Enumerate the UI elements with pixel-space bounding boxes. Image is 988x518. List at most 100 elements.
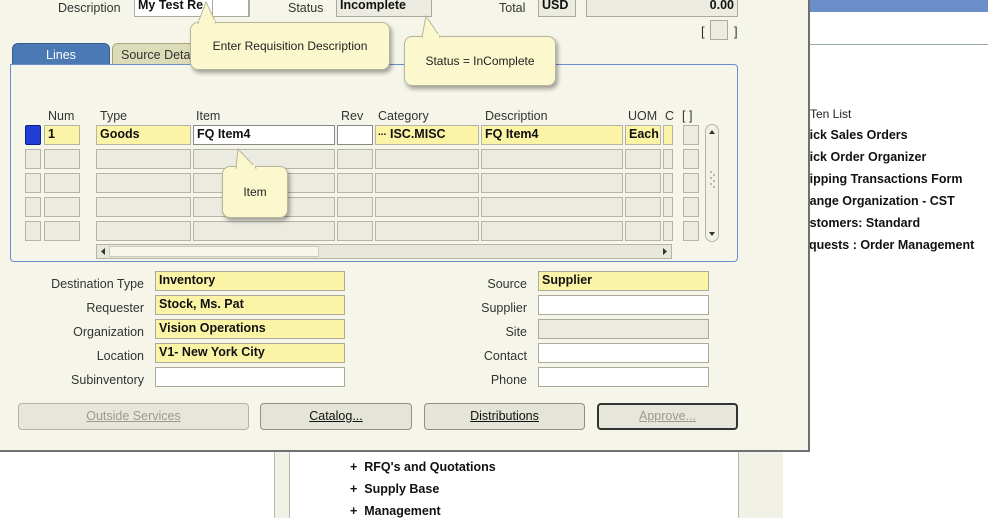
- top-ten-item[interactable]: uick Sales Orders: [802, 128, 908, 142]
- line-description-cell[interactable]: [481, 173, 623, 193]
- scroll-left-icon: [101, 248, 105, 255]
- line-description-cell[interactable]: [481, 197, 623, 217]
- line-category-cell[interactable]: [375, 221, 479, 241]
- outside-services-label: Outside Services: [86, 409, 181, 423]
- line-dff-cell[interactable]: [683, 125, 699, 145]
- top-ten-item[interactable]: hange Organization - CST: [802, 194, 955, 208]
- requisitions-form: Description My Test Re Status Incomplete…: [0, 0, 810, 452]
- line-uom-cell[interactable]: [625, 197, 661, 217]
- line-dff-cell[interactable]: [683, 221, 699, 241]
- tree-node-label: RFQ's and Quotations: [364, 460, 496, 474]
- line-c-cell[interactable]: [663, 221, 673, 241]
- top-ten-list: uick Sales Orders uick Order Organizer h…: [796, 122, 988, 262]
- row-selector[interactable]: [25, 197, 41, 217]
- dff-bracket-left: [: [701, 24, 705, 39]
- catalog-button[interactable]: Catalog...: [260, 403, 412, 430]
- line-uom-cell[interactable]: Each: [625, 125, 661, 145]
- line-num-cell[interactable]: [44, 173, 80, 193]
- line-category-cell[interactable]: [375, 173, 479, 193]
- row-selector[interactable]: [25, 221, 41, 241]
- source-field[interactable]: Supplier: [538, 271, 709, 291]
- distributions-button[interactable]: Distributions: [424, 403, 585, 430]
- top-ten-item[interactable]: ustomers: Standard: [802, 216, 920, 230]
- source-label: Source: [487, 277, 527, 291]
- line-dff-cell[interactable]: [683, 173, 699, 193]
- line-type-cell[interactable]: [96, 197, 191, 217]
- line-num-cell[interactable]: 1: [44, 125, 80, 145]
- descriptive-flexfield[interactable]: [710, 20, 728, 40]
- description-label: Description: [58, 1, 121, 15]
- line-num-cell[interactable]: [44, 221, 80, 241]
- line-rev-cell[interactable]: [337, 221, 373, 241]
- expand-icon: +: [350, 482, 358, 496]
- subinventory-field[interactable]: [155, 367, 345, 387]
- organization-label: Organization: [73, 325, 144, 339]
- horizontal-scroll-thumb[interactable]: [109, 246, 319, 257]
- lines-vertical-scrollbar[interactable]: [705, 124, 719, 242]
- line-num-cell[interactable]: [44, 197, 80, 217]
- tab-lines[interactable]: Lines: [12, 43, 110, 65]
- line-c-cell[interactable]: [663, 149, 673, 169]
- tree-node-rfqs[interactable]: + RFQ's and Quotations: [350, 460, 496, 474]
- col-description: Description: [485, 109, 548, 123]
- line-uom-cell[interactable]: [625, 221, 661, 241]
- supplier-field[interactable]: [538, 295, 709, 315]
- navigator-tree: + RFQ's and Quotations + Supply Base + M…: [289, 450, 739, 518]
- line-c-cell[interactable]: [663, 173, 673, 193]
- row-selector[interactable]: [25, 149, 41, 169]
- contact-field[interactable]: [538, 343, 709, 363]
- line-item-cell[interactable]: FQ Item4: [193, 125, 335, 145]
- line-category-cell[interactable]: [375, 149, 479, 169]
- line-type-cell[interactable]: [96, 221, 191, 241]
- approve-button[interactable]: Approve...: [597, 403, 738, 430]
- line-dff-cell[interactable]: [683, 149, 699, 169]
- line-c-cell[interactable]: [663, 125, 673, 145]
- status-callout-text: Status = InComplete: [425, 54, 535, 68]
- location-field[interactable]: V1- New York City: [155, 343, 345, 363]
- line-item-cell[interactable]: [193, 221, 335, 241]
- lines-horizontal-scrollbar[interactable]: [96, 244, 672, 259]
- destination-type-field[interactable]: Inventory: [155, 271, 345, 291]
- site-field[interactable]: [538, 319, 709, 339]
- row-selector[interactable]: [25, 173, 41, 193]
- organization-field[interactable]: Vision Operations: [155, 319, 345, 339]
- top-ten-item[interactable]: hipping Transactions Form: [802, 172, 962, 186]
- line-rev-cell[interactable]: [337, 149, 373, 169]
- line-description-cell[interactable]: FQ Item4: [481, 125, 623, 145]
- top-ten-item[interactable]: uick Order Organizer: [802, 150, 926, 164]
- top-ten-item[interactable]: equests : Order Management: [802, 238, 974, 252]
- phone-field[interactable]: [538, 367, 709, 387]
- tree-node-label: Management: [364, 504, 441, 518]
- col-num: Num: [48, 109, 75, 123]
- line-type-cell[interactable]: [96, 149, 191, 169]
- col-c: C: [665, 109, 675, 123]
- line-dff-cell[interactable]: [683, 197, 699, 217]
- line-description-cell[interactable]: [481, 221, 623, 241]
- line-num-cell[interactable]: [44, 149, 80, 169]
- line-rev-cell[interactable]: [337, 125, 373, 145]
- requester-field[interactable]: Stock, Ms. Pat: [155, 295, 345, 315]
- line-category-cell[interactable]: ... ISC.MISC: [375, 125, 479, 145]
- line-c-cell[interactable]: [663, 197, 673, 217]
- record-indicator[interactable]: [25, 125, 41, 145]
- line-uom-cell[interactable]: [625, 149, 661, 169]
- tree-node-management[interactable]: + Management: [350, 504, 441, 518]
- line-category-cell[interactable]: [375, 197, 479, 217]
- item-callout: Item: [222, 166, 288, 218]
- tree-node-label: Supply Base: [364, 482, 440, 496]
- navigator-titlebar: [810, 0, 988, 12]
- outside-services-button[interactable]: Outside Services: [18, 403, 249, 430]
- line-type-cell[interactable]: Goods: [96, 125, 191, 145]
- navigator-function-panel: + RFQ's and Quotations + Supply Base + M…: [274, 450, 783, 518]
- line-description-cell[interactable]: [481, 149, 623, 169]
- lov-icon[interactable]: ...: [378, 127, 386, 138]
- location-label: Location: [96, 349, 144, 363]
- line-rev-cell[interactable]: [337, 173, 373, 193]
- line-uom-cell[interactable]: [625, 173, 661, 193]
- line-rev-cell[interactable]: [337, 197, 373, 217]
- subinventory-label: Subinventory: [71, 373, 144, 387]
- description-callout-text: Enter Requisition Description: [212, 39, 368, 53]
- col-item: Item: [196, 109, 221, 123]
- tree-node-supply-base[interactable]: + Supply Base: [350, 482, 439, 496]
- line-type-cell[interactable]: [96, 173, 191, 193]
